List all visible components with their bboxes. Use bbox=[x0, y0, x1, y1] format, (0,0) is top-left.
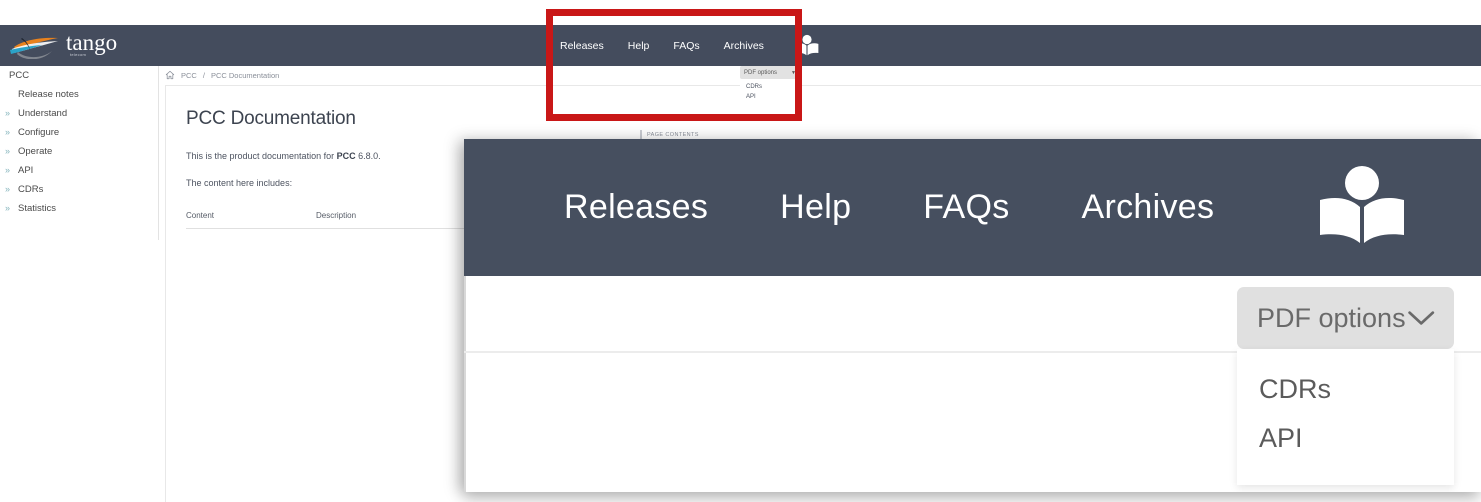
double-chevron-right-icon[interactable]: » bbox=[5, 199, 10, 218]
pdf-option-api[interactable]: API bbox=[740, 92, 800, 102]
sidebar-nav: PCC Release notes » Understand » Configu… bbox=[0, 66, 159, 240]
pdf-options-menu: CDRs API bbox=[740, 79, 800, 106]
breadcrumb-separator: / bbox=[202, 70, 205, 80]
pdf-options-button-label: PDF options bbox=[744, 69, 778, 76]
page-title: PCC Documentation bbox=[186, 108, 356, 129]
sidebar-item-statistics[interactable]: » Statistics bbox=[0, 199, 158, 218]
sidebar-item-operate[interactable]: » Operate bbox=[0, 142, 158, 161]
table-header-description: Description bbox=[316, 211, 357, 220]
magnified-nav-link-faqs[interactable]: FAQs bbox=[923, 188, 1009, 227]
sidebar-item-understand[interactable]: » Understand bbox=[0, 104, 158, 123]
page-contents-label: PAGE CONTENTS bbox=[647, 131, 699, 138]
product-name: PCC bbox=[336, 151, 356, 161]
nav-link-archives[interactable]: Archives bbox=[724, 40, 764, 52]
header-nav: Releases Help FAQs Archives bbox=[560, 25, 820, 66]
magnified-left-edge bbox=[464, 276, 466, 492]
open-book-reader-icon[interactable] bbox=[794, 33, 820, 59]
sidebar-item-label: PCC bbox=[9, 70, 30, 81]
magnified-pdf-options-dropdown: PDF options CDRs API bbox=[1237, 287, 1454, 485]
magnified-pdf-options-button[interactable]: PDF options bbox=[1237, 287, 1454, 349]
sidebar-item-label: Release notes bbox=[18, 89, 79, 100]
pdf-options-dropdown: PDF options ▼ CDRs API bbox=[740, 66, 800, 106]
pdf-option-cdrs[interactable]: CDRs bbox=[740, 82, 800, 92]
breadcrumb-parent[interactable]: PCC bbox=[181, 71, 197, 80]
sidebar-item-label: API bbox=[18, 165, 34, 176]
page-contents-panel: PAGE CONTENTS bbox=[640, 130, 699, 139]
browser-top-strip bbox=[0, 0, 1481, 25]
nav-link-faqs[interactable]: FAQs bbox=[673, 40, 699, 52]
double-chevron-right-icon[interactable]: » bbox=[5, 104, 10, 123]
sidebar-item-release-notes[interactable]: Release notes bbox=[0, 85, 158, 104]
logo-subtext: telecom bbox=[70, 52, 87, 57]
sidebar-item-api[interactable]: » API bbox=[0, 161, 158, 180]
chevron-down-icon[interactable] bbox=[1406, 307, 1436, 329]
home-icon[interactable] bbox=[165, 70, 175, 80]
nav-link-releases[interactable]: Releases bbox=[560, 40, 604, 52]
sidebar-item-pcc[interactable]: PCC bbox=[0, 66, 158, 85]
double-chevron-right-icon[interactable]: » bbox=[5, 123, 10, 142]
intro-paragraph: This is the product documentation for PC… bbox=[186, 151, 381, 161]
sidebar-item-label: Operate bbox=[18, 146, 53, 157]
sidebar-item-label: Understand bbox=[18, 108, 68, 119]
double-chevron-right-icon[interactable]: » bbox=[5, 161, 10, 180]
page-contents-accent-bar bbox=[640, 130, 642, 139]
magnified-pdf-options-menu: CDRs API bbox=[1237, 349, 1454, 485]
magnified-nav-link-archives[interactable]: Archives bbox=[1082, 188, 1215, 227]
magnified-pdf-option-cdrs[interactable]: CDRs bbox=[1237, 365, 1454, 414]
table-header-content: Content bbox=[186, 211, 215, 220]
breadcrumb: PCC / PCC Documentation bbox=[165, 66, 279, 84]
magnified-nav-link-help[interactable]: Help bbox=[780, 188, 851, 227]
intro-text-pre: This is the product documentation for bbox=[186, 151, 337, 161]
sidebar-item-label: Configure bbox=[18, 127, 60, 138]
magnified-nav-link-releases[interactable]: Releases bbox=[564, 188, 708, 227]
sidebar-item-label: CDRs bbox=[18, 184, 44, 195]
content-intro-paragraph: The content here includes: bbox=[186, 178, 293, 188]
intro-text-post: 6.8.0. bbox=[355, 151, 381, 161]
magnified-header-nav: Releases Help FAQs Archives bbox=[464, 139, 1481, 276]
nav-link-help[interactable]: Help bbox=[628, 40, 650, 52]
breadcrumb-current: PCC Documentation bbox=[210, 70, 280, 80]
magnified-pdf-options-button-label: PDF options bbox=[1257, 302, 1406, 333]
chevron-down-icon[interactable]: ▼ bbox=[791, 70, 796, 76]
sidebar-item-label: Statistics bbox=[18, 203, 57, 214]
double-chevron-right-icon[interactable]: » bbox=[5, 180, 10, 199]
magnified-pdf-option-api[interactable]: API bbox=[1237, 414, 1454, 463]
double-chevron-right-icon[interactable]: » bbox=[5, 142, 10, 161]
magnified-callout-panel: Releases Help FAQs Archives PDF options … bbox=[464, 139, 1481, 492]
logo-wordmark: tango bbox=[66, 30, 118, 55]
pdf-options-button[interactable]: PDF options ▼ bbox=[740, 66, 800, 79]
tango-logo[interactable]: tango telecom bbox=[8, 29, 130, 63]
sidebar-item-configure[interactable]: » Configure bbox=[0, 123, 158, 142]
tango-bird-mark bbox=[10, 37, 58, 60]
sidebar-item-cdrs[interactable]: » CDRs bbox=[0, 180, 158, 199]
open-book-reader-icon[interactable] bbox=[1314, 160, 1410, 256]
